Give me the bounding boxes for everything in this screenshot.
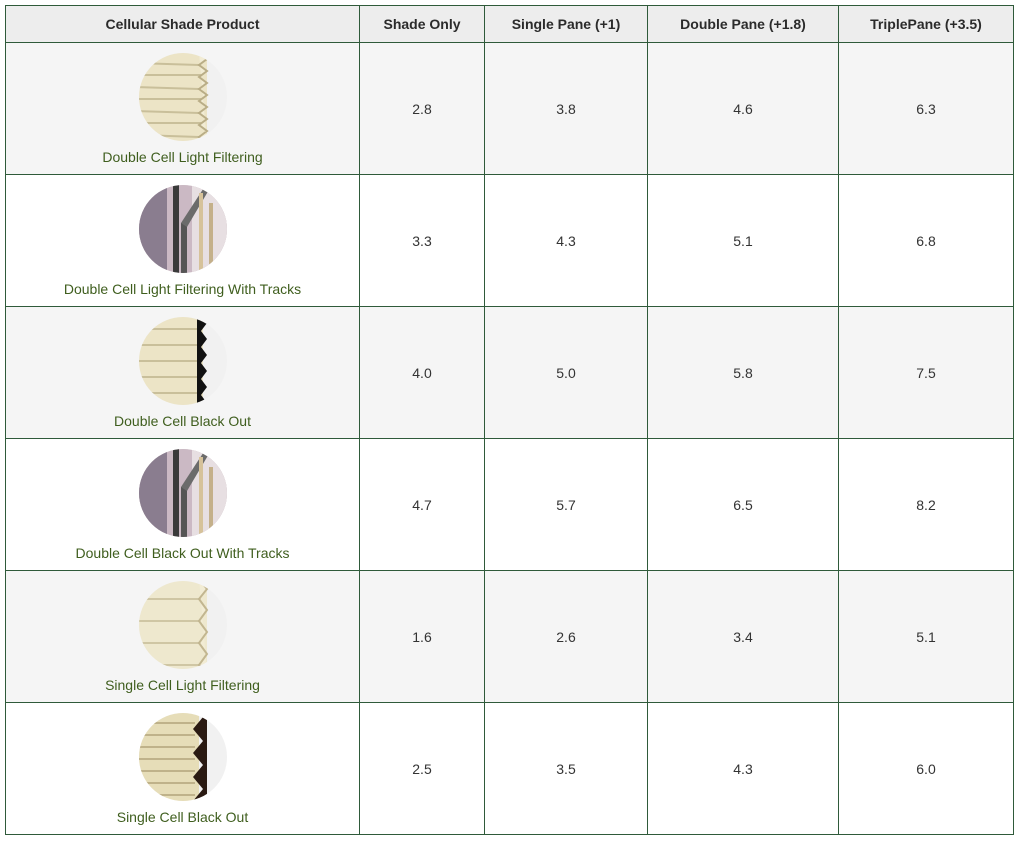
table-row: Double Cell Light Filtering With Tracks … xyxy=(5,174,1014,307)
product-name: Double Cell Light Filtering With Tracks xyxy=(63,281,302,297)
value-double-pane: 4.3 xyxy=(647,702,839,835)
product-cell: Double Cell Light Filtering With Tracks xyxy=(5,174,360,307)
value-shade-only: 1.6 xyxy=(359,570,485,703)
value-double-pane: 5.1 xyxy=(647,174,839,307)
value-triple-pane: 6.0 xyxy=(838,702,1014,835)
table-row: Single Cell Black Out 2.5 3.5 4.3 6.0 xyxy=(5,702,1014,835)
product-name: Double Cell Black Out With Tracks xyxy=(75,545,290,561)
value-single-pane: 3.8 xyxy=(484,42,648,175)
double-cell-blackout-icon xyxy=(138,317,227,405)
header-single-pane: Single Pane (+1) xyxy=(484,5,648,43)
value-single-pane: 3.5 xyxy=(484,702,648,835)
product-cell: Double Cell Black Out With Tracks xyxy=(5,438,360,571)
double-cell-light-filtering-icon xyxy=(138,53,227,141)
value-single-pane: 2.6 xyxy=(484,570,648,703)
product-name: Single Cell Light Filtering xyxy=(105,677,260,693)
product-cell: Single Cell Light Filtering xyxy=(5,570,360,703)
value-single-pane: 5.0 xyxy=(484,306,648,439)
r-value-table-container: Cellular Shade Product Shade Only Single… xyxy=(5,5,1014,835)
header-product: Cellular Shade Product xyxy=(5,5,360,43)
double-cell-blackout-tracks-icon xyxy=(138,449,227,537)
value-triple-pane: 6.3 xyxy=(838,42,1014,175)
single-cell-blackout-icon xyxy=(138,713,227,801)
value-double-pane: 3.4 xyxy=(647,570,839,703)
single-cell-light-filtering-icon xyxy=(138,581,227,669)
value-shade-only: 4.0 xyxy=(359,306,485,439)
product-cell: Double Cell Light Filtering xyxy=(5,42,360,175)
product-cell: Single Cell Black Out xyxy=(5,702,360,835)
value-double-pane: 5.8 xyxy=(647,306,839,439)
product-name: Double Cell Black Out xyxy=(114,413,251,429)
double-cell-tracks-icon xyxy=(138,185,227,273)
value-triple-pane: 7.5 xyxy=(838,306,1014,439)
header-double-pane: Double Pane (+1.8) xyxy=(647,5,839,43)
value-shade-only: 3.3 xyxy=(359,174,485,307)
header-shade-only: Shade Only xyxy=(359,5,485,43)
product-name: Single Cell Black Out xyxy=(116,809,249,825)
value-double-pane: 6.5 xyxy=(647,438,839,571)
table-row: Double Cell Light Filtering 2.8 3.8 4.6 … xyxy=(5,42,1014,175)
value-double-pane: 4.6 xyxy=(647,42,839,175)
table-row: Single Cell Light Filtering 1.6 2.6 3.4 … xyxy=(5,570,1014,703)
value-triple-pane: 8.2 xyxy=(838,438,1014,571)
r-value-table: Cellular Shade Product Shade Only Single… xyxy=(5,5,1014,835)
header-row: Cellular Shade Product Shade Only Single… xyxy=(5,5,1014,43)
product-cell: Double Cell Black Out xyxy=(5,306,360,439)
header-triple-pane: TriplePane (+3.5) xyxy=(838,5,1014,43)
table-row: Double Cell Black Out 4.0 5.0 5.8 7.5 xyxy=(5,306,1014,439)
value-shade-only: 2.5 xyxy=(359,702,485,835)
value-triple-pane: 6.8 xyxy=(838,174,1014,307)
table-row: Double Cell Black Out With Tracks 4.7 5.… xyxy=(5,438,1014,571)
value-shade-only: 2.8 xyxy=(359,42,485,175)
product-name: Double Cell Light Filtering xyxy=(102,149,263,165)
value-single-pane: 5.7 xyxy=(484,438,648,571)
value-triple-pane: 5.1 xyxy=(838,570,1014,703)
value-shade-only: 4.7 xyxy=(359,438,485,571)
value-single-pane: 4.3 xyxy=(484,174,648,307)
